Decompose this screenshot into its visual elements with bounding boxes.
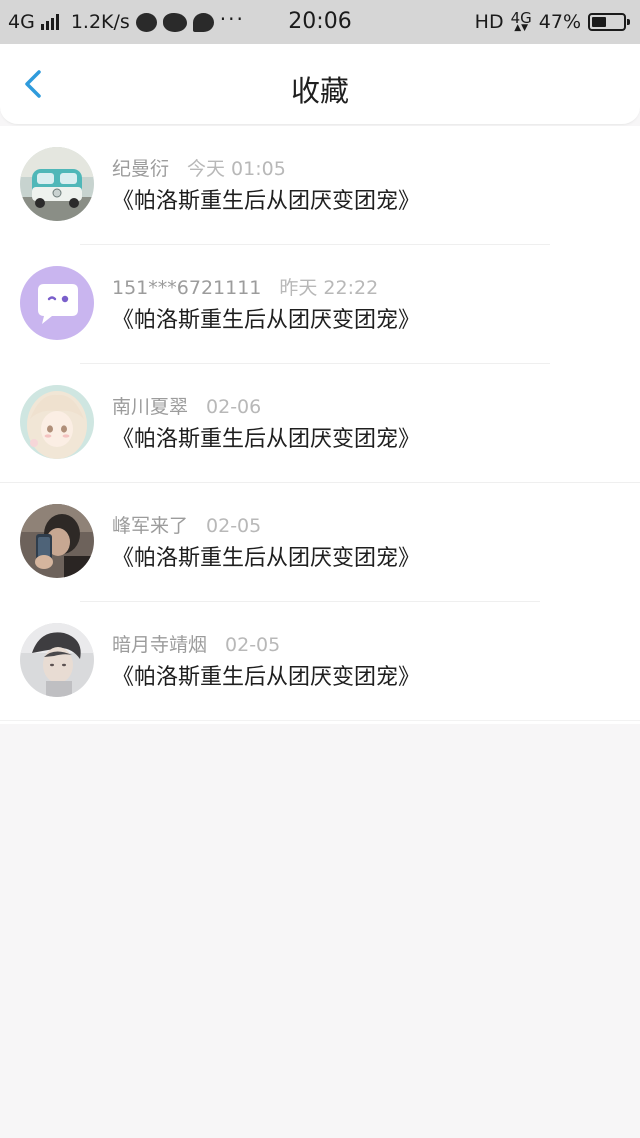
timestamp: 02-05: [206, 515, 262, 537]
van-avatar[interactable]: [20, 147, 94, 221]
favorites-list: 纪曼衍 今天 01:05 《帕洛斯重生后从团厌变团宠》 151***6721111…: [0, 126, 640, 724]
list-item[interactable]: 纪曼衍 今天 01:05 《帕洛斯重生后从团厌变团宠》: [0, 126, 640, 245]
navigation-header: 收藏: [0, 44, 640, 125]
battery-level: [592, 17, 606, 27]
work-title[interactable]: 《帕洛斯重生后从团厌变团宠》: [112, 186, 420, 218]
van-avatar-image: [20, 147, 94, 221]
status-right: HD 4G ▲▼ 47%: [475, 0, 630, 44]
message-icon: [192, 12, 214, 32]
author-name[interactable]: 151***6721111: [112, 277, 261, 299]
more-notifications-icon: ···: [219, 7, 245, 31]
browser-app-icon: [135, 12, 157, 32]
boy-portrait-avatar-image: [20, 623, 94, 697]
author-name[interactable]: 暗月寺靖烟: [112, 634, 207, 656]
wechat-icon: [162, 12, 187, 32]
battery-icon: [588, 13, 630, 31]
timestamp: 02-05: [225, 634, 281, 656]
network-type: 4G: [8, 11, 35, 33]
item-meta: 南川夏翠 02-06: [112, 394, 261, 420]
chat-bubble-avatar-image: [20, 266, 94, 340]
timestamp: 昨天 22:22: [279, 277, 379, 299]
boy-portrait-avatar[interactable]: [20, 623, 94, 697]
selfie-avatar-image: [20, 504, 94, 578]
anime-girl-avatar-image: [20, 385, 94, 459]
list-item[interactable]: 暗月寺靖烟 02-05 《帕洛斯重生后从团厌变团宠》: [0, 602, 640, 721]
work-title[interactable]: 《帕洛斯重生后从团厌变团宠》: [112, 543, 420, 575]
page-title: 收藏: [290, 74, 349, 108]
network-speed: 1.2K/s: [70, 11, 130, 33]
timestamp: 今天 01:05: [187, 158, 286, 180]
chat-bubble-avatar[interactable]: [20, 266, 94, 340]
author-name[interactable]: 纪曼衍: [112, 158, 169, 180]
item-meta: 纪曼衍 今天 01:05: [112, 156, 286, 182]
work-title[interactable]: 《帕洛斯重生后从团厌变团宠》: [112, 662, 420, 694]
author-name[interactable]: 南川夏翠: [112, 396, 188, 418]
author-name[interactable]: 峰军来了: [112, 515, 188, 537]
timestamp: 02-06: [206, 396, 262, 418]
mobile-data-indicator: 4G ▲▼: [511, 10, 532, 33]
list-item[interactable]: 南川夏翠 02-06 《帕洛斯重生后从团厌变团宠》: [0, 364, 640, 483]
hd-indicator: HD: [474, 11, 504, 33]
list-item[interactable]: 峰军来了 02-05 《帕洛斯重生后从团厌变团宠》: [0, 483, 640, 602]
item-meta: 暗月寺靖烟 02-05: [112, 632, 280, 658]
status-bar: 4G 1.2K/s ··· 20:06 HD 4G ▲▼ 47%: [0, 0, 640, 44]
battery-percent: 47%: [538, 11, 581, 33]
list-item[interactable]: 151***6721111 昨天 22:22 《帕洛斯重生后从团厌变团宠》: [0, 245, 640, 364]
item-meta: 峰军来了 02-05: [112, 513, 261, 539]
work-title[interactable]: 《帕洛斯重生后从团厌变团宠》: [112, 424, 420, 456]
anime-girl-avatar[interactable]: [20, 385, 94, 459]
selfie-avatar[interactable]: [20, 504, 94, 578]
item-meta: 151***6721111 昨天 22:22: [112, 275, 378, 301]
signal-icon: [40, 14, 59, 30]
divider: [0, 720, 640, 721]
status-left: 4G 1.2K/s ···: [8, 0, 245, 44]
work-title[interactable]: 《帕洛斯重生后从团厌变团宠》: [112, 305, 420, 337]
